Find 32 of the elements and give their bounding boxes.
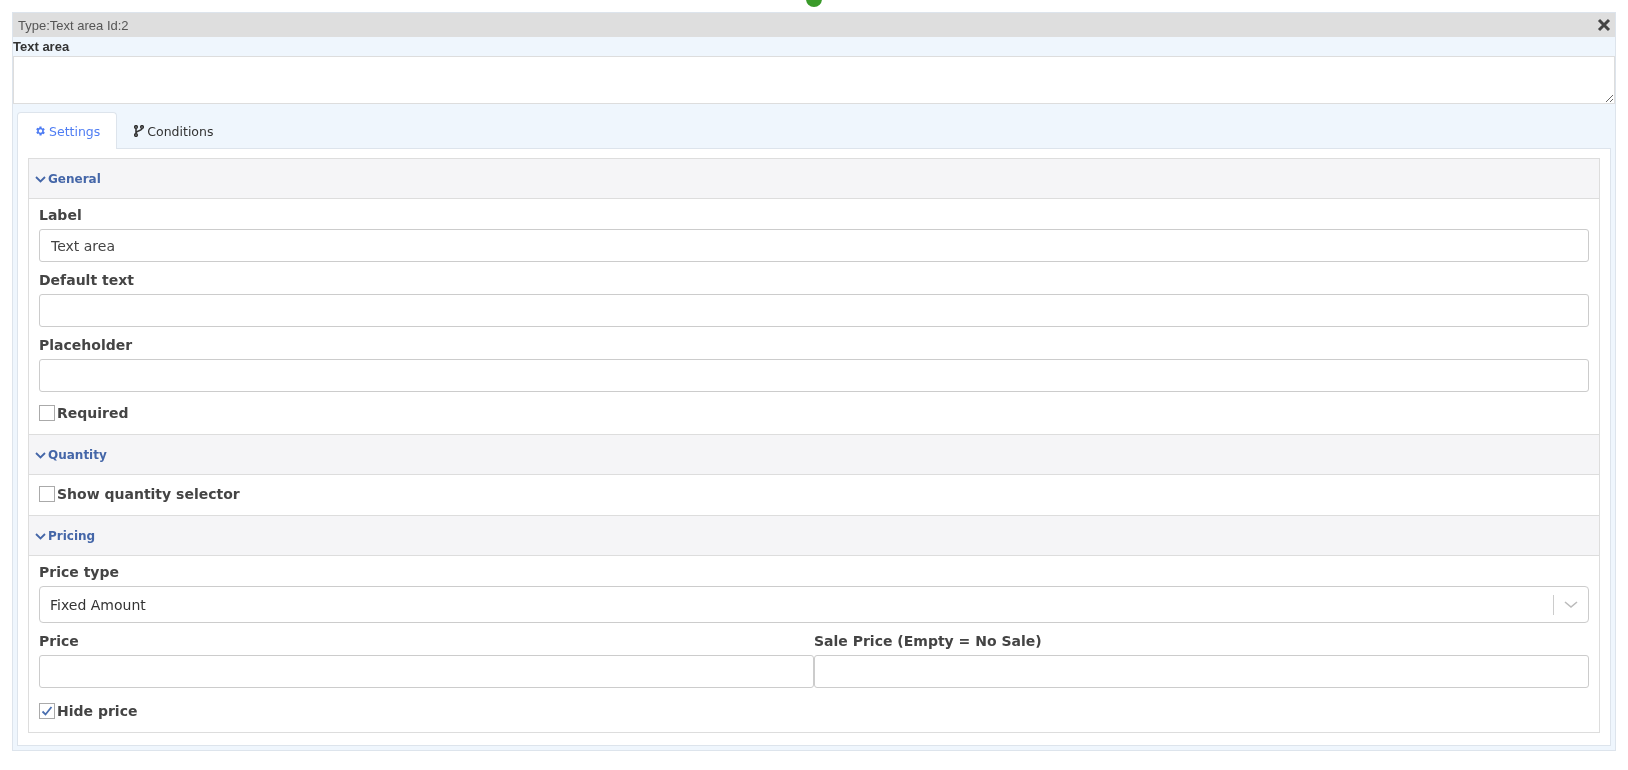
field-label: Sale Price (Empty = No Sale) [814,633,1043,651]
section-header[interactable]: General [29,159,1599,199]
close-button[interactable] [1597,18,1611,32]
preview-label: Text area [13,38,71,56]
checkbox[interactable] [39,405,55,421]
branch-icon [134,125,145,137]
checkbox[interactable] [39,703,55,719]
text-input[interactable] [814,655,1589,688]
checkbox-label: Hide price [57,703,138,719]
checkbox[interactable] [39,486,55,502]
field-label: Price [39,633,80,651]
tab[interactable]: Settings [17,112,118,149]
text-input[interactable] [39,359,1589,392]
text-input[interactable] [39,655,814,688]
select-field[interactable]: Fixed Amount [39,586,1589,623]
chevron-icon [35,450,46,459]
field-label: Price type [39,564,120,582]
text-input[interactable] [39,294,1589,327]
tab[interactable]: Conditions [117,112,231,149]
text-input[interactable]: Text area [39,229,1589,262]
chevron-icon [35,531,46,540]
chevron-icon [35,174,46,183]
section-header[interactable]: Quantity [29,435,1599,475]
gear-icon [34,125,46,137]
field-label: Default text [39,272,135,290]
field-label: Placeholder [39,337,134,355]
field-label: Label [39,207,83,225]
text-area-field[interactable] [13,56,1615,104]
checkbox-label: Required [57,405,129,421]
checkbox-label: Show quantity selector [57,486,240,502]
section-header[interactable]: Pricing [29,516,1599,556]
window-title: Type:Text area Id:2 [18,17,129,33]
